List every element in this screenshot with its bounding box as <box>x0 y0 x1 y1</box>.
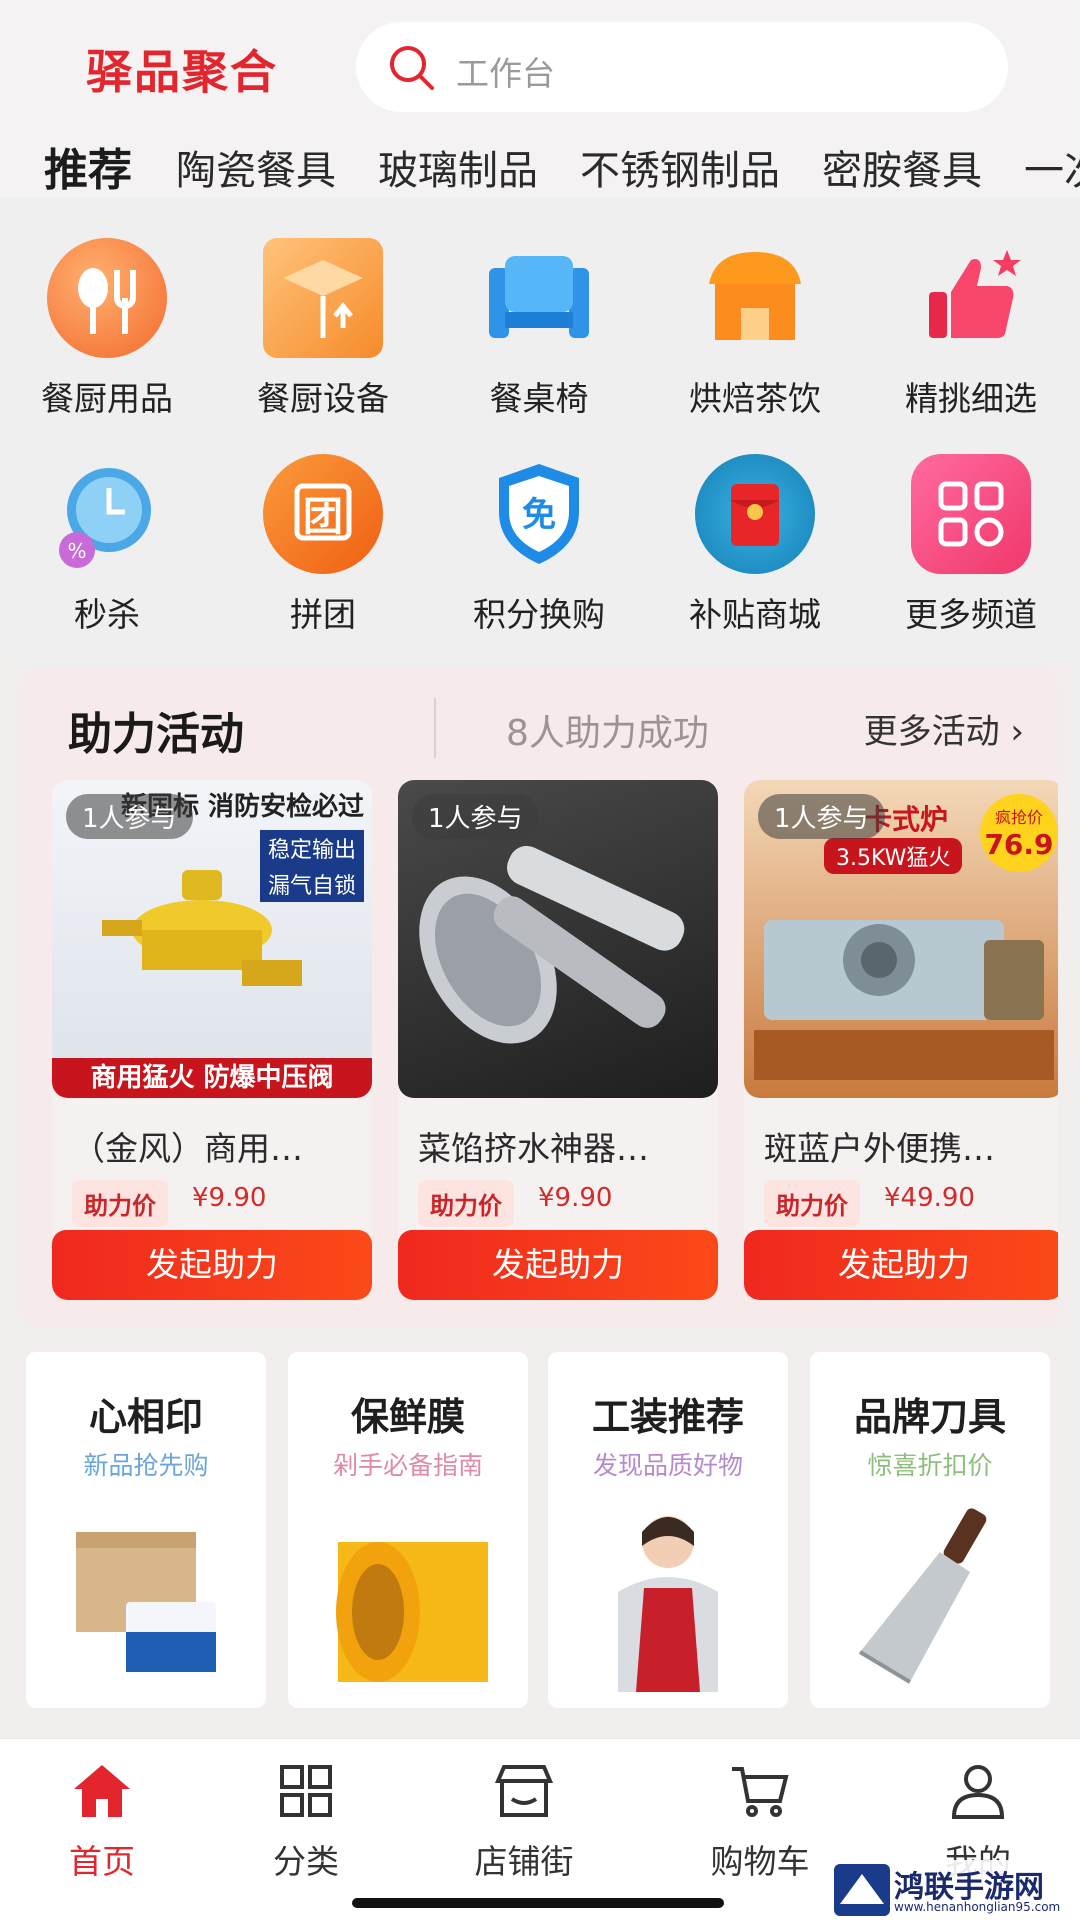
store-icon <box>494 1765 554 1817</box>
nav-store-street[interactable]: 店铺街 <box>444 1759 604 1883</box>
grid-item-kitchenware[interactable]: 餐厨用品 <box>22 238 192 420</box>
assist-card[interactable]: 1人参与 菜馅挤水神器… 助力价 ¥9.90 发起助力 <box>398 780 718 1300</box>
garlic-press-icon <box>419 845 685 1044</box>
assist-price-label: 助力价 <box>72 1180 168 1227</box>
alarm-clock-icon: % <box>47 454 167 574</box>
divider <box>434 698 436 758</box>
grid-item-points-exchange[interactable]: 免 积分换购 <box>454 454 624 636</box>
header: 驿品聚合 工作台 <box>0 0 1080 130</box>
home-indicator[interactable] <box>352 1898 724 1908</box>
promo-title: 品牌刀具 <box>853 1395 1006 1439</box>
assist-card[interactable]: 卡式炉 3.5KW猛火 疯抢价 76.9 1人参与 斑蓝户外便携… 助力价 ¥4… <box>744 780 1058 1300</box>
user-icon <box>951 1765 1005 1819</box>
assist-title: 助力活动 <box>68 709 244 760</box>
category-grid-icon <box>280 1765 332 1817</box>
thumbs-up-icon <box>911 238 1031 358</box>
product-image-stove: 卡式炉 3.5KW猛火 疯抢价 76.9 1人参与 <box>744 780 1058 1098</box>
product-name: （金风）商用… <box>72 1129 303 1168</box>
tab-recommend[interactable]: 推荐 <box>44 134 132 198</box>
product-image-press: 1人参与 <box>398 780 718 1098</box>
product-name: 斑蓝户外便携… <box>764 1129 995 1168</box>
watermark: 鸿联手游网 www.henanhonglian95.com <box>832 1860 1080 1920</box>
sale-price-badge: 疯抢价 76.9 <box>980 794 1058 872</box>
box-icon <box>263 238 383 358</box>
grid-item-tables-chairs[interactable]: 餐桌椅 <box>454 238 624 420</box>
tab-stainless[interactable]: 不锈钢制品 <box>580 138 780 196</box>
assist-activity-section: 助力活动 8人助力成功 更多活动 › 新国标 消防安检必过 稳定输出 漏气自锁 … <box>22 668 1058 1328</box>
nav-category[interactable]: 分类 <box>226 1759 386 1883</box>
grid-item-group-buy[interactable]: 团 拼团 <box>238 454 408 636</box>
product-image-gas-valve: 新国标 消防安检必过 稳定输出 漏气自锁 商用猛火 防爆中压阀 1人参与 <box>52 780 372 1098</box>
tab-ceramic[interactable]: 陶瓷餐具 <box>176 138 336 196</box>
assist-price: ¥9.90 <box>192 1183 267 1213</box>
promo-tile-xinxiangyin[interactable]: 心相印 新品抢先购 <box>26 1352 266 1708</box>
chair-icon <box>479 238 599 358</box>
more-channels-icon <box>911 454 1031 574</box>
svg-text:%: % <box>67 539 86 563</box>
promo-title: 心相印 <box>88 1395 203 1439</box>
tab-melamine[interactable]: 密胺餐具 <box>822 138 982 196</box>
assist-card[interactable]: 新国标 消防安检必过 稳定输出 漏气自锁 商用猛火 防爆中压阀 1人参与 （金风… <box>52 780 372 1300</box>
more-activities-link[interactable]: 更多活动 › <box>864 704 1024 753</box>
nav-home[interactable]: 首页 <box>22 1759 182 1883</box>
tab-glass[interactable]: 玻璃制品 <box>378 138 538 196</box>
promo-subtitle: 惊喜折扣价 <box>867 1451 993 1480</box>
cleaver-knife-icon <box>858 1508 987 1684</box>
promo-title: 工装推荐 <box>591 1395 744 1439</box>
red-envelope-icon <box>695 454 815 574</box>
channel-grid: 餐厨用品 餐厨设备 餐桌椅 烘焙茶饮 精挑细选 % 秒杀 团 拼团 免 积分换购… <box>0 198 1080 668</box>
nav-cart[interactable]: 购物车 <box>680 1759 840 1883</box>
start-assist-button[interactable]: 发起助力 <box>52 1230 372 1300</box>
plastic-wrap-icon <box>336 1542 488 1682</box>
product-name: 菜馅挤水神器… <box>418 1129 649 1168</box>
promo-subtitle: 新品抢先购 <box>83 1451 209 1480</box>
tableware-icon <box>47 238 167 358</box>
participant-badge: 1人参与 <box>758 794 885 839</box>
assist-price: ¥9.90 <box>538 1183 613 1213</box>
grid-item-more-channels[interactable]: 更多频道 <box>886 454 1056 636</box>
promo-tile-knives[interactable]: 品牌刀具 惊喜折扣价 <box>810 1352 1050 1708</box>
apron-worker-icon <box>618 1516 718 1692</box>
grid-item-subsidy-mall[interactable]: 补贴商城 <box>670 454 840 636</box>
svg-text:免: 免 <box>522 495 556 535</box>
assist-price: ¥49.90 <box>884 1183 975 1213</box>
assist-success-count: 8人助力成功 <box>506 713 709 754</box>
start-assist-button[interactable]: 发起助力 <box>744 1230 1058 1300</box>
promo-subtitle: 发现品质好物 <box>592 1451 743 1480</box>
promo-tile-workwear[interactable]: 工装推荐 发现品质好物 <box>548 1352 788 1708</box>
search-placeholder: 工作台 <box>456 54 555 93</box>
assist-price-label: 助力价 <box>418 1180 514 1227</box>
assist-price-label: 助力价 <box>764 1180 860 1227</box>
promo-tile-plastic-wrap[interactable]: 保鲜膜 剁手必备指南 <box>288 1352 528 1708</box>
tab-disposable[interactable]: 一次 <box>1024 138 1080 196</box>
grid-item-kitchen-equipment[interactable]: 餐厨设备 <box>238 238 408 420</box>
app-logo: 驿品聚合 <box>86 45 278 99</box>
promo-title: 保鲜膜 <box>350 1395 465 1439</box>
shield-icon: 免 <box>479 454 599 574</box>
participant-badge: 1人参与 <box>412 794 539 839</box>
grid-item-bakery-tea[interactable]: 烘焙茶饮 <box>670 238 840 420</box>
tissue-box-icon <box>76 1532 216 1672</box>
cart-icon <box>732 1767 789 1817</box>
search-icon <box>390 46 434 90</box>
home-icon <box>74 1765 130 1817</box>
svg-text:团: 团 <box>303 494 343 540</box>
grid-item-selected[interactable]: 精挑细选 <box>886 238 1056 420</box>
watermark-logo-icon <box>834 1864 890 1916</box>
category-tabs: 推荐 陶瓷餐具 玻璃制品 不锈钢制品 密胺餐具 一次 <box>0 130 1080 198</box>
start-assist-button[interactable]: 发起助力 <box>398 1230 718 1300</box>
group-icon: 团 <box>263 454 383 574</box>
camping-stove-icon <box>754 920 1054 1080</box>
shop-icon <box>695 238 815 358</box>
promo-subtitle: 剁手必备指南 <box>332 1451 483 1480</box>
grid-item-flash-sale[interactable]: % 秒杀 <box>22 454 192 636</box>
search-bar[interactable]: 工作台 <box>356 22 1008 112</box>
participant-badge: 1人参与 <box>66 794 193 839</box>
gas-valve-icon <box>102 870 302 986</box>
